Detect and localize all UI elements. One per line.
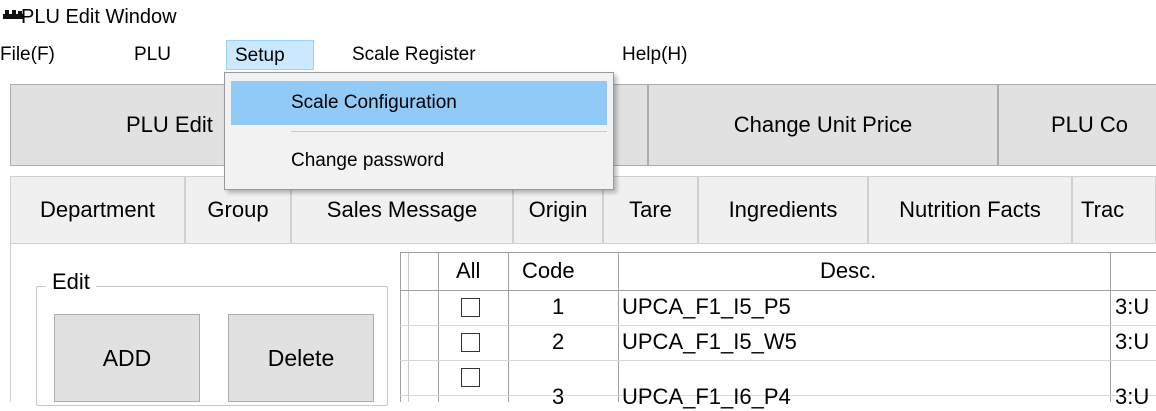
row-desc: UPCA_F1_I6_P4 [622, 384, 791, 409]
row-extra: 3:U [1115, 384, 1150, 409]
menu-plu[interactable]: PLU [134, 40, 171, 70]
app-icon [3, 10, 23, 21]
menu-help[interactable]: Help(H) [622, 40, 687, 70]
row-code: 1 [552, 294, 565, 319]
delete-button[interactable]: Delete [228, 314, 374, 402]
tab-tare[interactable]: Tare [603, 176, 698, 244]
change-unit-price-button[interactable]: Change Unit Price [648, 84, 998, 166]
window-title: PLU Edit Window [21, 6, 177, 28]
menu-scale-register[interactable]: Scale Register [352, 40, 476, 70]
row-code: 2 [552, 329, 565, 354]
setup-dropdown-menu: Scale Configuration Change password [224, 72, 614, 190]
title-bar: PLU Edit Window [0, 0, 1156, 34]
plu-edit-button[interactable]: PLU Edit [10, 84, 236, 166]
menu-item-scale-configuration[interactable]: Scale Configuration [231, 81, 607, 125]
add-button[interactable]: ADD [54, 314, 200, 402]
tab-department[interactable]: Department [10, 176, 185, 244]
row-extra: 3:U [1115, 294, 1150, 319]
tab-ingredients[interactable]: Ingredients [698, 176, 868, 244]
menu-setup[interactable]: Setup [226, 40, 314, 70]
plu-table: All Code Desc. 1 UPCA_F1_I5_P5 3:U 2 UPC… [400, 252, 1156, 409]
menu-separator [291, 131, 607, 132]
row-extra: 3:U [1115, 329, 1150, 354]
column-header-code[interactable]: Code [522, 257, 575, 285]
tab-nutrition-facts[interactable]: Nutrition Facts [868, 176, 1072, 244]
row-desc: UPCA_F1_I5_P5 [622, 294, 791, 319]
row-checkbox[interactable] [461, 368, 480, 387]
row-checkbox[interactable] [461, 298, 480, 317]
edit-group-label: Edit [46, 270, 96, 294]
row-code: 3 [552, 384, 565, 409]
column-header-all[interactable]: All [456, 257, 480, 285]
menu-item-change-password[interactable]: Change password [231, 139, 607, 183]
row-desc: UPCA_F1_I5_W5 [622, 329, 797, 354]
menu-bar: File(F) PLU Setup Scale Register Help(H) [0, 34, 1156, 74]
plu-copy-button[interactable]: PLU Co [998, 84, 1156, 166]
column-header-desc[interactable]: Desc. [820, 257, 876, 285]
row-checkbox[interactable] [461, 333, 480, 352]
menu-file[interactable]: File(F) [0, 40, 55, 70]
tab-traceability[interactable]: Trac [1072, 176, 1156, 244]
